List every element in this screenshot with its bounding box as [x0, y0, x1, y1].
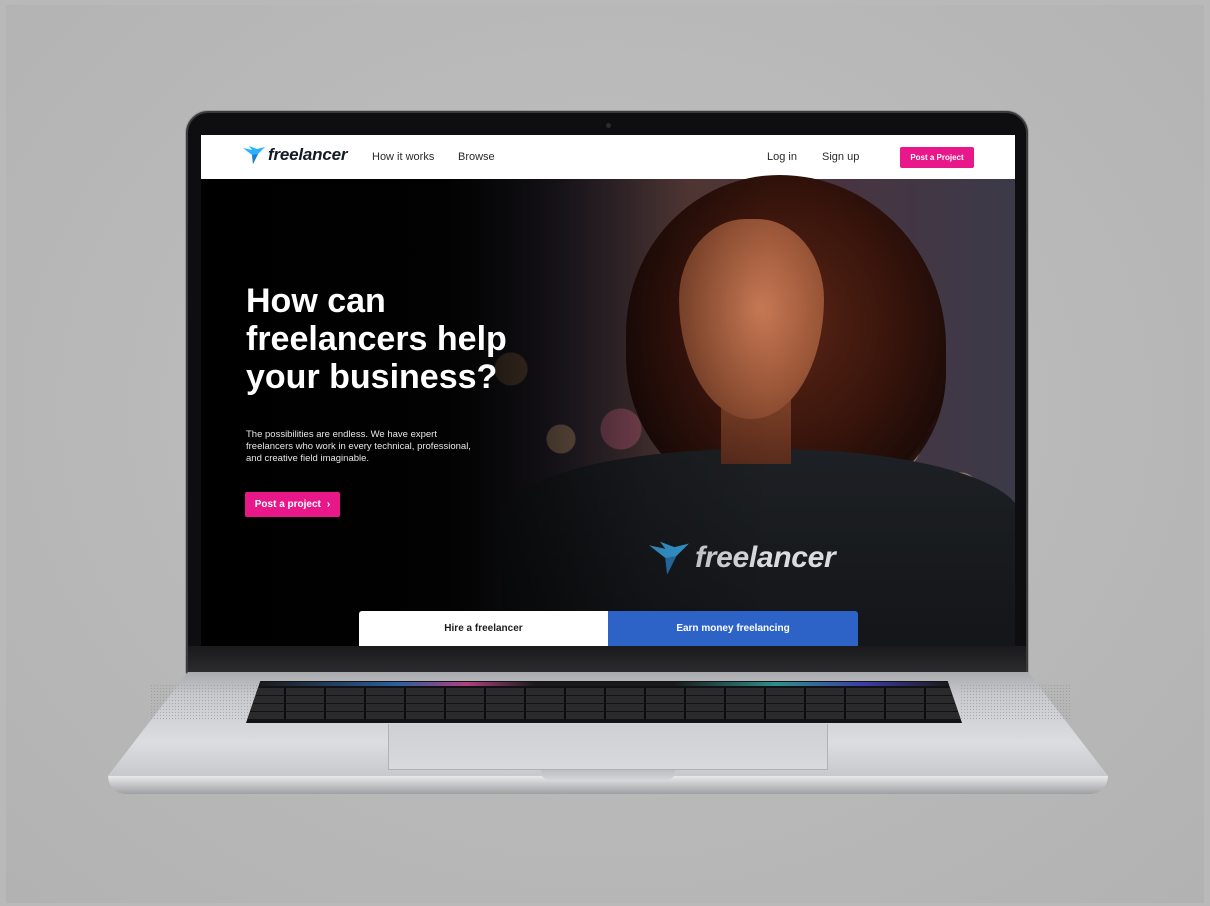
freelancer-logo[interactable]: freelancer — [243, 145, 347, 165]
touch-bar — [260, 682, 948, 686]
speaker-grille-left — [150, 684, 260, 720]
logo-text: freelancer — [268, 145, 348, 164]
key-row — [246, 704, 962, 711]
speaker-grille-right — [960, 684, 1070, 720]
nav-how-it-works[interactable]: How it works — [372, 151, 434, 163]
webcam — [606, 123, 611, 128]
nav-browse[interactable]: Browse — [458, 151, 495, 163]
hero-subtitle: The possibilities are endless. We have e… — [246, 429, 471, 464]
keyboard — [246, 681, 962, 723]
chevron-right-icon: › — [326, 499, 331, 510]
bird-logo-icon — [243, 146, 265, 164]
post-a-project-button[interactable]: Post a Project — [900, 147, 974, 168]
trackpad — [388, 724, 828, 770]
signup-link[interactable]: Sign up — [822, 151, 859, 163]
tab-hire-freelancer[interactable]: Hire a freelancer — [359, 611, 608, 646]
screen-bottom-bezel — [188, 646, 1026, 674]
cta-label: Post a project — [254, 499, 321, 510]
hero-title: How can freelancers help your business? — [246, 282, 507, 396]
lid-notch — [541, 770, 675, 780]
key-row — [246, 712, 962, 719]
key-row — [246, 688, 962, 695]
site-navbar: freelancer How it works Browse Log in Si… — [201, 135, 1015, 179]
laptop-screen: freelancer How it works Browse Log in Si… — [201, 135, 1015, 646]
post-a-project-cta[interactable]: Post a project › — [245, 492, 340, 517]
hero-dark-overlay — [201, 179, 1015, 646]
key-row — [246, 696, 962, 703]
hero-section: freelancer How can freelancers help your… — [201, 175, 1015, 646]
tab-earn-money[interactable]: Earn money freelancing — [608, 611, 858, 646]
login-link[interactable]: Log in — [767, 151, 797, 163]
